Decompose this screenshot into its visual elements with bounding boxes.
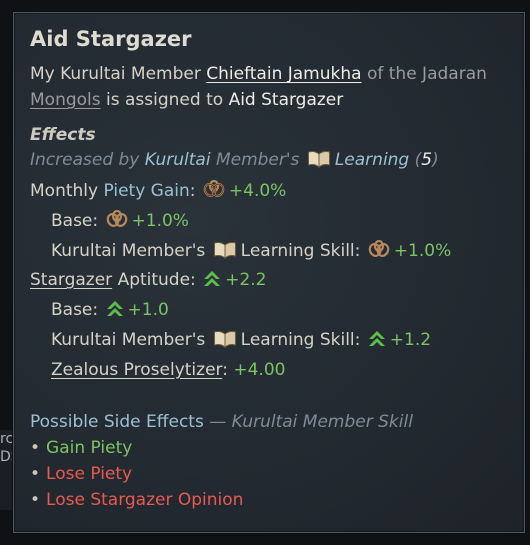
learning-skill-text: Learning Skill: — [240, 241, 361, 261]
piety-knot-icon — [106, 209, 128, 235]
side-effects-dash: — — [209, 412, 227, 432]
base-label: Base: — [51, 211, 99, 231]
skill-piety-value: +1.0% — [393, 241, 452, 261]
open-book-icon — [213, 241, 237, 265]
zealous-line: Zealous Proselytizer: +4.00 — [51, 359, 285, 381]
piety-knot-icon — [368, 239, 390, 265]
base-label: Base: — [51, 300, 99, 320]
task-name: Aid Stargazer — [228, 90, 344, 110]
piety-knot-icon — [203, 179, 225, 205]
side-effect-lose-opinion: Lose Stargazer Opinion — [46, 490, 244, 510]
background-text-1: rc — [0, 431, 14, 447]
base-piety-line: Base: +1.0% — [51, 209, 189, 235]
background-ui-fragment: rc DS — [0, 430, 14, 510]
intro-line-2: Mongols is assigned to Aid Stargazer — [30, 89, 343, 111]
zealous-value: +4.00 — [233, 360, 286, 380]
skill-piety-line: Kurultai Member's Learning Skill: +1.0% — [51, 239, 451, 265]
side-effects-source: Kurultai Member Skill — [231, 412, 413, 432]
piety-gain-term: Piety Gain — [103, 181, 190, 201]
background-text-2: DS — [0, 449, 14, 465]
intro-text-2: of the Jadaran — [366, 64, 487, 84]
bullet: • — [30, 490, 41, 510]
kurultai-term: Kurultai — [144, 150, 211, 170]
base-piety-value: +1.0% — [131, 211, 189, 231]
colon: : — [189, 181, 196, 201]
side-effect-gain-piety: Gain Piety — [46, 438, 133, 458]
learning-term: Learning — [334, 150, 410, 170]
culture-link[interactable]: Mongols — [30, 90, 101, 110]
effects-header: Effects — [30, 125, 96, 145]
member-link[interactable]: Chieftain Jamukha — [206, 64, 361, 84]
paren-close: ) — [432, 150, 439, 170]
intro-text-1: My Kurultai Member — [30, 64, 201, 84]
base-aptitude-value: +1.0 — [127, 300, 169, 320]
tooltip-title: Aid Stargazer — [30, 27, 192, 51]
green-chevron-up-icon — [203, 270, 221, 294]
side-effects-label: Possible Side Effects — [30, 412, 204, 432]
monthly-piety-value: +4.0% — [228, 181, 287, 201]
increased-by-text: Increased by — [30, 150, 140, 170]
aptitude-value: +2.2 — [225, 270, 267, 290]
open-book-icon — [307, 150, 331, 174]
aptitude-line: Stargazer Aptitude: +2.2 — [30, 269, 266, 294]
side-effects-header: Possible Side Effects — Kurultai Member … — [30, 411, 413, 433]
increased-by-line: Increased by Kurultai Member's Learning … — [30, 149, 439, 174]
side-effect-lose-piety: Lose Piety — [46, 464, 133, 484]
monthly-piety-line: Monthly Piety Gain: +4.0% — [30, 179, 286, 205]
colon: : — [222, 360, 228, 380]
skill-member-text: Kurultai Member's — [51, 241, 206, 261]
skill-aptitude-line: Kurultai Member's Learning Skill: +1.2 — [51, 329, 431, 354]
bullet: • — [30, 438, 41, 458]
members-text: Member's — [215, 150, 300, 170]
skill-aptitude-value: +1.2 — [389, 330, 432, 350]
tooltip-panel: Aid Stargazer My Kurultai Member Chiefta… — [13, 12, 525, 533]
green-chevron-up-icon — [106, 300, 124, 324]
bullet: • — [30, 464, 41, 484]
list-item: • Lose Piety — [30, 463, 132, 485]
learning-value: 5 — [421, 150, 433, 170]
open-book-icon — [213, 330, 237, 354]
intro-line-1: My Kurultai Member Chieftain Jamukha of … — [30, 63, 487, 85]
base-aptitude-line: Base: +1.0 — [51, 299, 169, 324]
zealous-proselytizer-link[interactable]: Zealous Proselytizer — [51, 360, 222, 380]
aptitude-label: Aptitude: — [117, 270, 196, 290]
list-item: • Lose Stargazer Opinion — [30, 489, 243, 511]
monthly-text: Monthly — [30, 181, 99, 201]
stargazer-link[interactable]: Stargazer — [30, 270, 112, 290]
skill-member-text: Kurultai Member's — [51, 330, 206, 350]
green-chevron-up-icon — [368, 330, 386, 354]
list-item: • Gain Piety — [30, 437, 132, 459]
learning-skill-text: Learning Skill: — [240, 330, 361, 350]
intro-text-3: is assigned to — [106, 90, 224, 110]
